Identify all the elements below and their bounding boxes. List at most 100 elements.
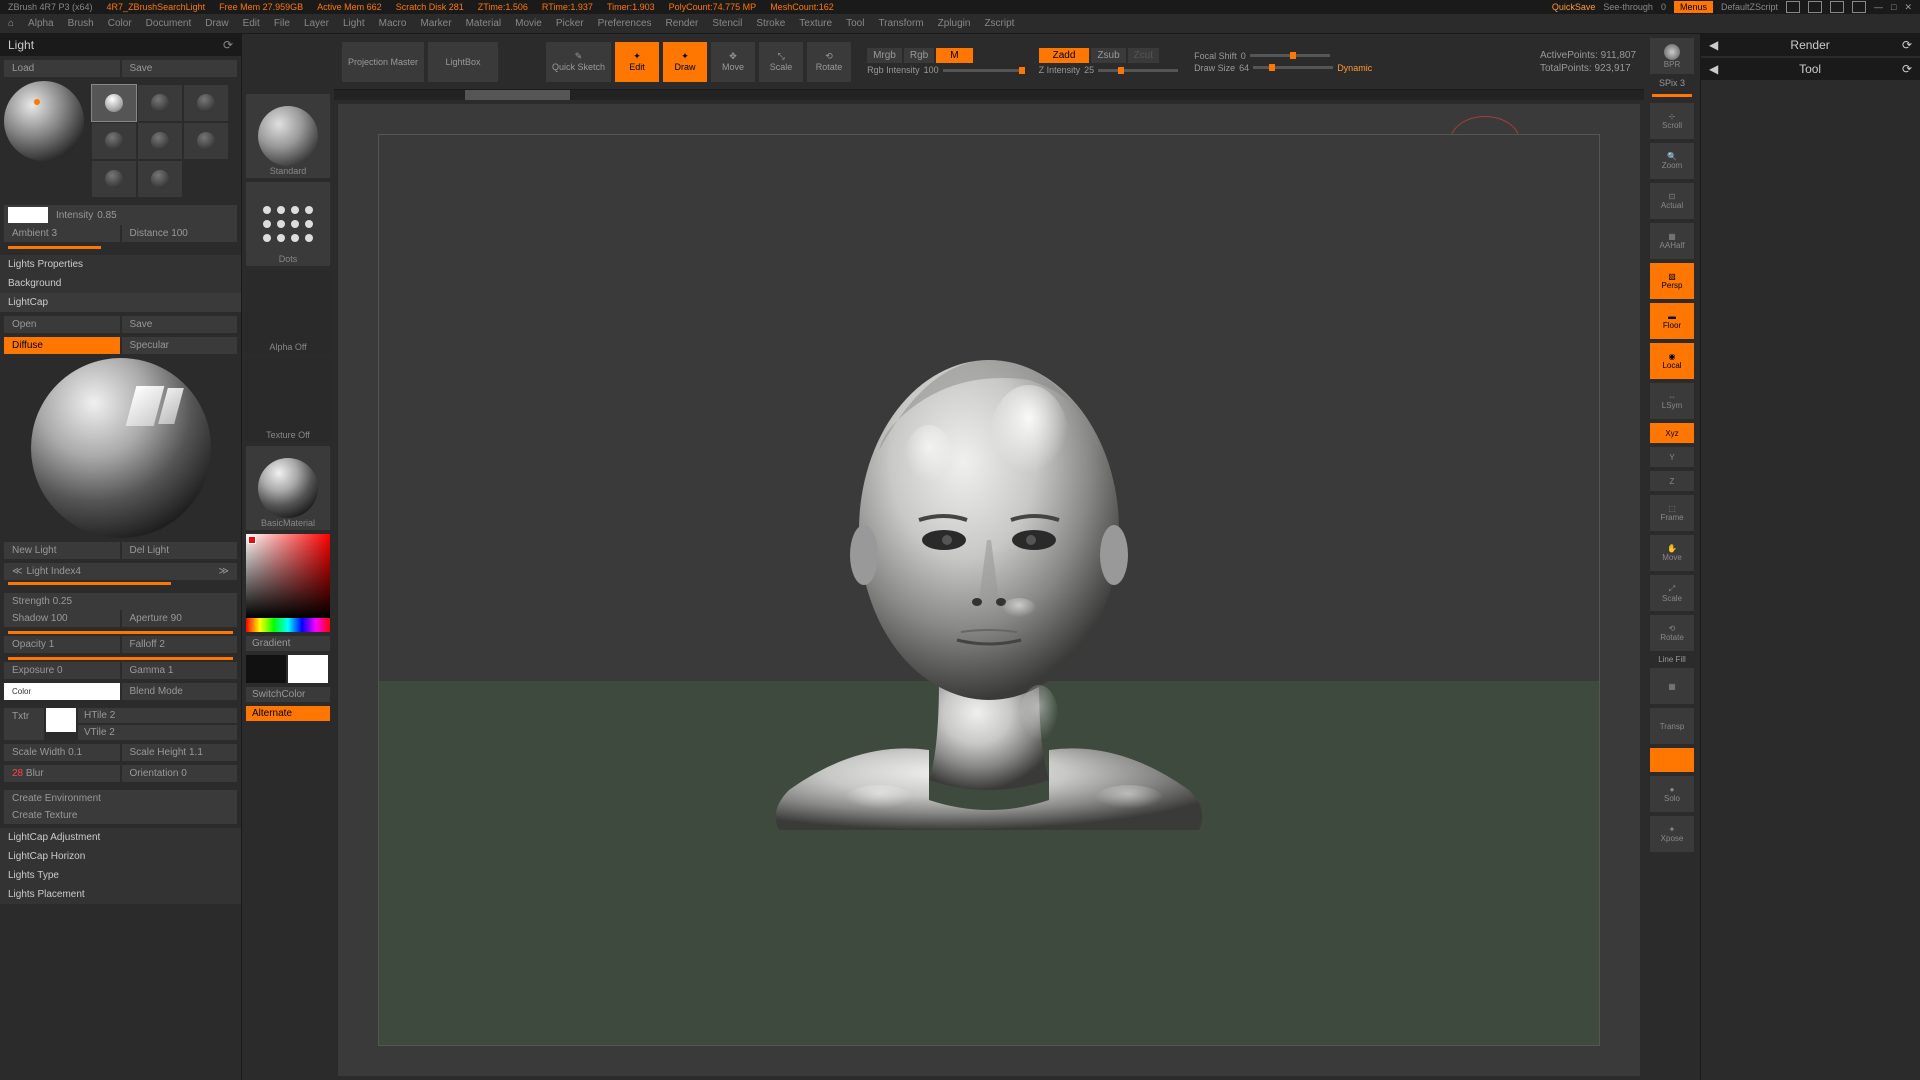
lightcap-sphere-preview[interactable]: [31, 358, 211, 538]
lights-type-header[interactable]: Lights Type: [0, 866, 241, 885]
actual-button[interactable]: ⊡Actual: [1650, 183, 1694, 219]
menu-zscript[interactable]: Zscript: [984, 18, 1014, 29]
quick-sketch-button[interactable]: ✎ Quick Sketch: [546, 42, 611, 82]
menu-color[interactable]: Color: [108, 18, 132, 29]
opacity-slider[interactable]: Opacity 1: [4, 636, 120, 653]
menu-zplugin[interactable]: Zplugin: [938, 18, 971, 29]
edit-button[interactable]: ✦ Edit: [615, 42, 659, 82]
menus-button[interactable]: Menus: [1674, 1, 1713, 13]
z-intensity-value[interactable]: 25: [1084, 65, 1094, 75]
home-icon[interactable]: ⌂: [8, 18, 14, 29]
menu-layer[interactable]: Layer: [304, 18, 329, 29]
alternate-button[interactable]: Alternate: [246, 706, 330, 721]
light-slot-5[interactable]: [138, 123, 182, 159]
light-sphere-preview[interactable]: [4, 81, 84, 161]
rgb-button[interactable]: Rgb: [904, 48, 934, 63]
htile-slider[interactable]: HTile 2: [78, 708, 237, 723]
rotate-nav-button[interactable]: ⟲Rotate: [1650, 615, 1694, 651]
menu-marker[interactable]: Marker: [420, 18, 451, 29]
alpha-slot[interactable]: Alpha Off: [246, 270, 330, 354]
window-icon[interactable]: [1852, 1, 1866, 13]
scroll-button[interactable]: ⊹Scroll: [1650, 103, 1694, 139]
menu-stroke[interactable]: Stroke: [756, 18, 785, 29]
seethrough-label[interactable]: See-through: [1603, 2, 1653, 12]
menu-texture[interactable]: Texture: [799, 18, 832, 29]
draw-size-value[interactable]: 64: [1239, 63, 1249, 73]
refresh-icon[interactable]: ⟳: [1902, 38, 1912, 52]
local-button[interactable]: ◉Local: [1650, 343, 1694, 379]
blur-slider[interactable]: 28 Blur: [4, 765, 120, 782]
strength-slider[interactable]: Strength 0.25: [4, 593, 237, 610]
diffuse-button[interactable]: Diffuse: [4, 337, 120, 354]
persp-button[interactable]: ▧Persp: [1650, 263, 1694, 299]
falloff-slider[interactable]: Falloff 2: [122, 636, 238, 653]
zoom-button[interactable]: 🔍Zoom: [1650, 143, 1694, 179]
mrgb-button[interactable]: Mrgb: [867, 48, 902, 63]
bpr-button[interactable]: BPR: [1650, 38, 1694, 74]
vtile-slider[interactable]: VTile 2: [78, 725, 237, 740]
scale-height-slider[interactable]: Scale Height 1.1: [122, 744, 238, 761]
light-index-slider[interactable]: ≪ Light Index 4 ≫: [4, 563, 237, 580]
scale-button[interactable]: ⤡ Scale: [759, 42, 803, 82]
new-light-button[interactable]: New Light: [4, 542, 120, 559]
default-script[interactable]: DefaultZScript: [1721, 2, 1778, 12]
frame-button[interactable]: ⬚Frame: [1650, 495, 1694, 531]
collapse-icon[interactable]: ◀: [1709, 62, 1718, 76]
txtr-swatch[interactable]: [46, 708, 76, 732]
lightcap-adjustment-header[interactable]: LightCap Adjustment: [0, 828, 241, 847]
tool-header[interactable]: Tool: [1799, 62, 1821, 76]
lsym-button[interactable]: ⇔LSym: [1650, 383, 1694, 419]
minimize-icon[interactable]: —: [1874, 2, 1883, 12]
window-icon[interactable]: [1786, 1, 1800, 13]
light-slot-6[interactable]: [184, 123, 228, 159]
lightcap-horizon-header[interactable]: LightCap Horizon: [0, 847, 241, 866]
menu-draw[interactable]: Draw: [205, 18, 228, 29]
m-button[interactable]: M: [936, 48, 972, 63]
exposure-slider[interactable]: Exposure 0: [4, 662, 120, 679]
refresh-icon[interactable]: ⟳: [223, 38, 233, 52]
transp-button[interactable]: Transp: [1650, 708, 1694, 744]
brush-slot[interactable]: Standard: [246, 94, 330, 178]
distance-slider[interactable]: Distance 100: [122, 225, 238, 242]
xpose-button[interactable]: ✦Xpose: [1650, 816, 1694, 852]
render-header[interactable]: Render: [1790, 38, 1829, 52]
z-axis-button[interactable]: Z: [1650, 471, 1694, 491]
rgb-intensity-value[interactable]: 100: [924, 65, 939, 75]
save-lightcap-button[interactable]: Save: [122, 316, 238, 333]
orientation-slider[interactable]: Orientation 0: [122, 765, 238, 782]
scale-nav-button[interactable]: ⤢Scale: [1650, 575, 1694, 611]
window-icon[interactable]: [1808, 1, 1822, 13]
zcut-button[interactable]: Zcut: [1128, 48, 1159, 63]
create-environment-button[interactable]: Create Environment: [4, 790, 237, 807]
polyframe-button[interactable]: ▦: [1650, 668, 1694, 704]
color-field[interactable]: Color: [4, 683, 120, 700]
txtr-button[interactable]: Txtr: [4, 708, 44, 740]
menu-transform[interactable]: Transform: [878, 18, 923, 29]
lights-properties-header[interactable]: Lights Properties: [0, 255, 241, 274]
gradient-black[interactable]: [246, 655, 286, 683]
menu-document[interactable]: Document: [146, 18, 192, 29]
menu-brush[interactable]: Brush: [68, 18, 94, 29]
zadd-button[interactable]: Zadd: [1039, 48, 1090, 63]
dynamic-label[interactable]: Dynamic: [1337, 63, 1372, 73]
draw-button[interactable]: ✦ Draw: [663, 42, 707, 82]
switchcolor-button[interactable]: SwitchColor: [246, 687, 330, 702]
ghost-button[interactable]: [1650, 748, 1694, 772]
menu-material[interactable]: Material: [466, 18, 502, 29]
maximize-icon[interactable]: □: [1891, 2, 1896, 12]
menu-file[interactable]: File: [274, 18, 290, 29]
specular-button[interactable]: Specular: [122, 337, 238, 354]
light-slot-3[interactable]: [184, 85, 228, 121]
del-light-button[interactable]: Del Light: [122, 542, 238, 559]
intensity-value[interactable]: 0.85: [97, 210, 116, 221]
menu-macro[interactable]: Macro: [379, 18, 407, 29]
texture-slot[interactable]: Texture Off: [246, 358, 330, 442]
open-button[interactable]: Open: [4, 316, 120, 333]
blend-mode-button[interactable]: Blend Mode: [122, 683, 238, 700]
menu-alpha[interactable]: Alpha: [28, 18, 54, 29]
floor-button[interactable]: ▬Floor: [1650, 303, 1694, 339]
light-color-swatch[interactable]: [8, 207, 48, 223]
refresh-icon[interactable]: ⟳: [1902, 62, 1912, 76]
menu-movie[interactable]: Movie: [515, 18, 542, 29]
light-slot-4[interactable]: [92, 123, 136, 159]
